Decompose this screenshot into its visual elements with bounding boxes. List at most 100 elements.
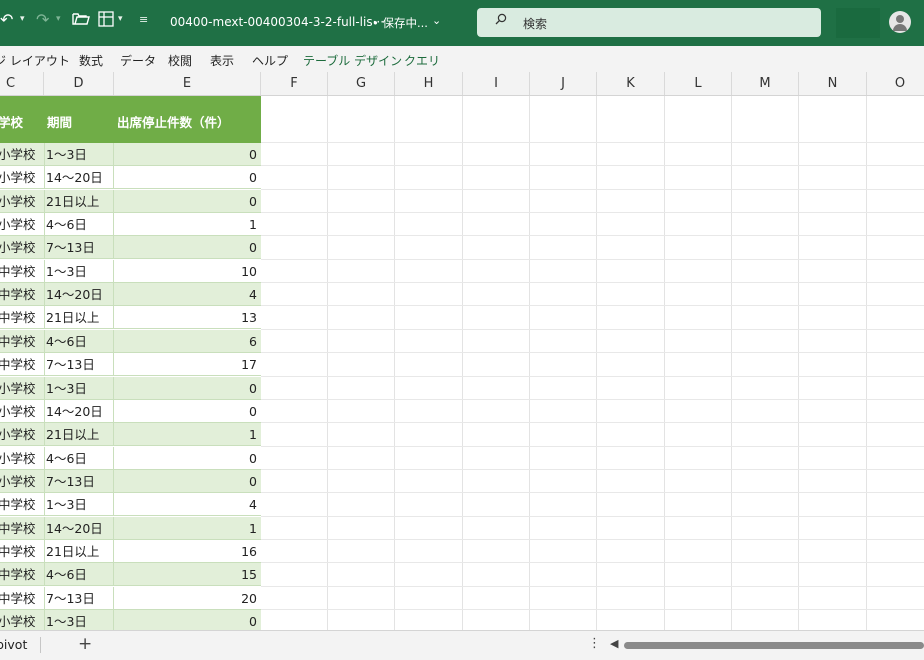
tab-view[interactable]: 表示: [210, 52, 234, 69]
cell-count[interactable]: 16: [114, 540, 257, 563]
header-school[interactable]: 学校: [0, 112, 23, 131]
table-row[interactable]: 小学校 1～3日 0: [0, 376, 261, 400]
undo-icon[interactable]: ↶: [0, 10, 13, 30]
tab-formulas[interactable]: 数式: [79, 52, 103, 69]
table-row[interactable]: 小学校 4～6日 1: [0, 213, 261, 237]
cell-school[interactable]: 小学校: [0, 236, 42, 259]
cell-period[interactable]: 4～6日: [46, 447, 112, 470]
cell-school[interactable]: 小学校: [0, 190, 42, 213]
cell-school[interactable]: 中学校: [0, 260, 42, 283]
cell-school[interactable]: 中学校: [0, 330, 42, 353]
redo-dropdown-icon[interactable]: ▾: [56, 14, 61, 24]
cell-period[interactable]: 21日以上: [46, 540, 112, 563]
tab-review[interactable]: 校閲: [168, 52, 192, 69]
cell-period[interactable]: 14～20日: [46, 166, 112, 189]
cell-count[interactable]: 0: [114, 447, 257, 470]
sheet-tab-pivot[interactable]: pivot: [0, 637, 27, 652]
cell-school[interactable]: 小学校: [0, 610, 42, 630]
cell-school[interactable]: 中学校: [0, 353, 42, 376]
table-row[interactable]: 中学校 4～6日 6: [0, 329, 261, 353]
column-header-l[interactable]: L: [665, 72, 732, 95]
cell-school[interactable]: 小学校: [0, 447, 42, 470]
cell-period[interactable]: 4～6日: [46, 213, 112, 236]
table-row[interactable]: 中学校 7～13日 20: [0, 586, 261, 610]
column-header-c[interactable]: C: [0, 72, 44, 95]
document-title[interactable]: 00400-mext-00400304-3-2-full-lis···: [170, 15, 384, 29]
column-header-j[interactable]: J: [530, 72, 597, 95]
cell-count[interactable]: 0: [114, 400, 257, 423]
column-header-e[interactable]: E: [114, 72, 261, 95]
cell-count[interactable]: 1: [114, 213, 257, 236]
cell-period[interactable]: 7～13日: [46, 587, 112, 610]
tab-query[interactable]: クエリ: [404, 52, 440, 69]
cell-period[interactable]: 7～13日: [46, 470, 112, 493]
save-status[interactable]: • 保存中...: [372, 15, 428, 31]
cell-count[interactable]: 1: [114, 517, 257, 540]
cell-count[interactable]: 0: [114, 190, 257, 213]
cell-count[interactable]: 6: [114, 330, 257, 353]
tab-table-design[interactable]: テーブル デザイン: [303, 52, 402, 69]
cell-school[interactable]: 中学校: [0, 540, 42, 563]
table-row[interactable]: 小学校 7～13日 0: [0, 236, 261, 260]
cell-school[interactable]: 小学校: [0, 213, 42, 236]
cell-count[interactable]: 20: [114, 587, 257, 610]
cell-count[interactable]: 1: [114, 423, 257, 446]
table-row[interactable]: 小学校 7～13日 0: [0, 469, 261, 493]
table-header-row[interactable]: 学校 期間 出席停止件数（件）: [0, 96, 261, 143]
more-options-icon[interactable]: ⋮: [588, 636, 601, 651]
save-status-chevron-icon[interactable]: ⌄: [432, 14, 441, 27]
cell-count[interactable]: 0: [114, 610, 257, 630]
column-header-o[interactable]: O: [867, 72, 924, 95]
column-header-n[interactable]: N: [799, 72, 867, 95]
scroll-left-icon[interactable]: ◀: [610, 637, 618, 650]
table-row[interactable]: 中学校 7～13日 17: [0, 353, 261, 377]
cell-school[interactable]: 小学校: [0, 166, 42, 189]
column-header-i[interactable]: I: [463, 72, 530, 95]
column-header-f[interactable]: F: [261, 72, 328, 95]
cell-period[interactable]: 4～6日: [46, 330, 112, 353]
form-dropdown-icon[interactable]: ▾: [118, 14, 123, 24]
cell-count[interactable]: 4: [114, 493, 257, 516]
cell-school[interactable]: 中学校: [0, 306, 42, 329]
cell-school[interactable]: 小学校: [0, 400, 42, 423]
cell-school[interactable]: 中学校: [0, 493, 42, 516]
undo-dropdown-icon[interactable]: ▾: [20, 14, 25, 24]
cell-period[interactable]: 14～20日: [46, 283, 112, 306]
column-header-h[interactable]: H: [395, 72, 463, 95]
search-box[interactable]: 検索: [477, 8, 821, 37]
column-header-k[interactable]: K: [597, 72, 665, 95]
worksheet-grid[interactable]: 学校 期間 出席停止件数（件） 小学校 1～3日 0 小学校 14～20日 0 小学校 21日…: [0, 96, 924, 630]
cell-school[interactable]: 小学校: [0, 423, 42, 446]
table-row[interactable]: 中学校 21日以上 13: [0, 306, 261, 330]
cell-period[interactable]: 4～6日: [46, 563, 112, 586]
tab-page-layout[interactable]: ジ レイアウト: [0, 52, 70, 69]
cell-school[interactable]: 小学校: [0, 377, 42, 400]
tab-data[interactable]: データ: [120, 52, 156, 69]
table-row[interactable]: 中学校 14～20日 4: [0, 283, 261, 307]
horizontal-scrollbar[interactable]: [624, 642, 924, 649]
cell-period[interactable]: 1～3日: [46, 260, 112, 283]
add-sheet-button[interactable]: +: [78, 634, 92, 654]
cell-period[interactable]: 21日以上: [46, 306, 112, 329]
redo-icon[interactable]: ↷: [36, 10, 49, 30]
cell-school[interactable]: 中学校: [0, 563, 42, 586]
cell-period[interactable]: 7～13日: [46, 236, 112, 259]
cell-school[interactable]: 中学校: [0, 517, 42, 540]
cell-period[interactable]: 14～20日: [46, 517, 112, 540]
table-row[interactable]: 小学校 1～3日 0: [0, 143, 261, 166]
cell-school[interactable]: 中学校: [0, 283, 42, 306]
cell-count[interactable]: 0: [114, 166, 257, 189]
account-avatar[interactable]: [889, 11, 911, 33]
header-suspension-count[interactable]: 出席停止件数（件）: [117, 112, 230, 131]
table-row[interactable]: 中学校 1～3日 4: [0, 493, 261, 517]
customize-qat-icon[interactable]: ≡: [139, 13, 148, 26]
table-row[interactable]: 中学校 14～20日 1: [0, 516, 261, 540]
cell-period[interactable]: 7～13日: [46, 353, 112, 376]
table-row[interactable]: 中学校 4～6日 15: [0, 563, 261, 587]
cell-period[interactable]: 21日以上: [46, 190, 112, 213]
cell-count[interactable]: 0: [114, 143, 257, 166]
cell-period[interactable]: 1～3日: [46, 610, 112, 630]
column-header-g[interactable]: G: [328, 72, 395, 95]
table-row[interactable]: 小学校 1～3日 0: [0, 610, 261, 630]
cell-period[interactable]: 14～20日: [46, 400, 112, 423]
